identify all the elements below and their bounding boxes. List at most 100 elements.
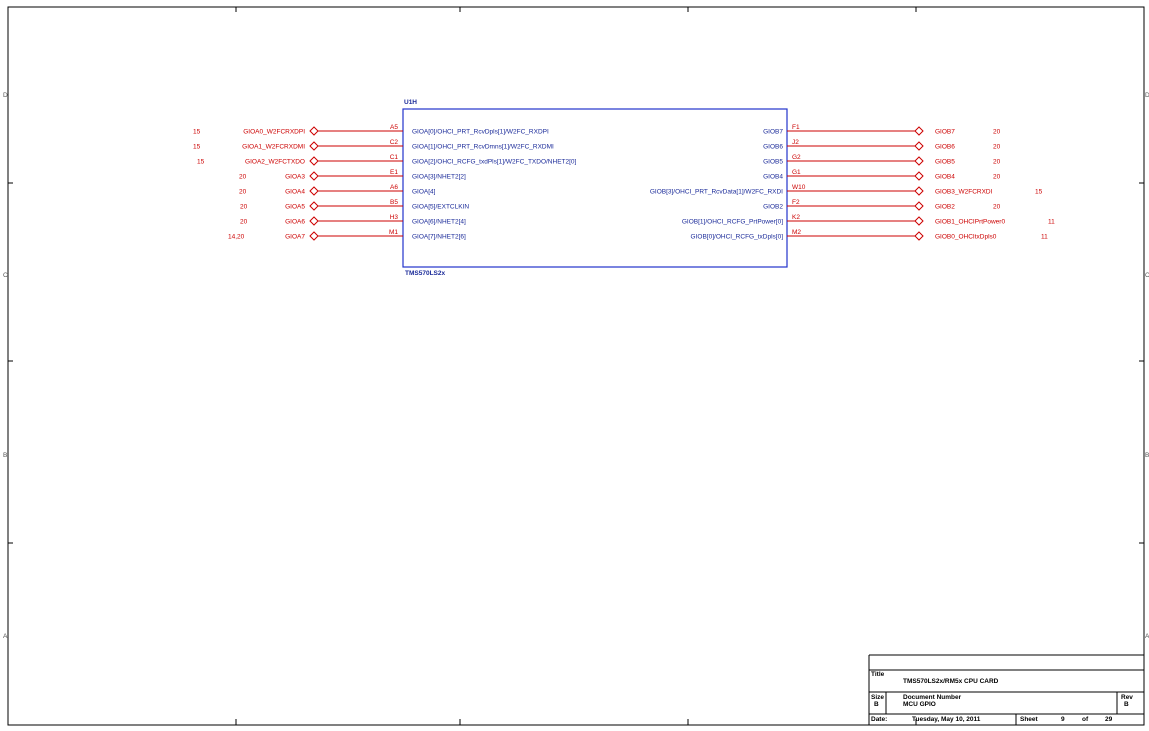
pin-number: M2 xyxy=(792,229,801,236)
sheet-total: 29 xyxy=(1105,716,1113,723)
rev-label: Rev xyxy=(1121,694,1133,701)
title-label: Title xyxy=(871,671,885,678)
left-pin-row: H3 GIOA[6]/NHET2[4] GIOA6 20 xyxy=(240,214,466,226)
sheet-ref: 20 xyxy=(993,144,1001,151)
port-connector-icon xyxy=(309,216,319,226)
pin-number: M1 xyxy=(389,229,398,236)
pin-name: GIOB[1]/OHCI_RCFG_PrtPower[0] xyxy=(682,219,783,226)
sheet-ref: 15 xyxy=(193,144,201,151)
pin-name: GIOB2 xyxy=(763,204,783,211)
sheet-ref: 20 xyxy=(993,129,1001,136)
u1h-refdes: U1H xyxy=(404,99,417,106)
sheet-ref: 14,20 xyxy=(228,234,245,241)
sheet-label: Sheet xyxy=(1020,716,1039,723)
of-label: of xyxy=(1082,716,1089,723)
left-pin-row: M1 GIOA[7]/NHET2[6] GIOA7 14,20 xyxy=(228,229,466,241)
net-label: GIOB6 xyxy=(935,144,955,151)
sheet-ref: 20 xyxy=(239,174,247,181)
net-label: GIOB4 xyxy=(935,174,955,181)
pin-number: G2 xyxy=(792,154,801,161)
port-connector-icon xyxy=(914,231,924,241)
pin-name: GIOA[0]/OHCI_PRT_RcvDpls[1]/W2FC_RXDPI xyxy=(412,129,549,136)
title-value: TMS570LS2x/RM5x CPU CARD xyxy=(903,678,999,685)
zone-left-a: A xyxy=(3,633,8,640)
pin-name: GIOB[3]/OHCI_PRT_RcvData[1]/W2FC_RXDI xyxy=(650,189,783,196)
net-label: GIOA0_W2FCRXDPI xyxy=(243,129,305,136)
net-label: GIOB7 xyxy=(935,129,955,136)
port-connector-icon xyxy=(914,201,924,211)
net-label: GIOB2 xyxy=(935,204,955,211)
port-connector-icon xyxy=(914,186,924,196)
pin-number: H3 xyxy=(390,214,399,221)
port-connector-icon xyxy=(914,216,924,226)
right-pin-row: J2 GIOB6 GIOB6 20 xyxy=(763,139,1001,151)
net-label: GIOA5 xyxy=(285,204,305,211)
pin-name: GIOA[7]/NHET2[6] xyxy=(412,234,466,241)
pin-number: F2 xyxy=(792,199,800,206)
port-connector-icon xyxy=(914,156,924,166)
size-label: Size xyxy=(871,694,884,701)
zone-left-d: D xyxy=(3,92,8,99)
right-pin-row: M2 GIOB[0]/OHCI_RCFG_txDpls[0] GIOB0_OHCIt… xyxy=(691,229,1048,241)
port-connector-icon xyxy=(309,201,319,211)
left-pin-row: C2 GIOA[1]/OHCI_PRT_RcvDmns[1]/W2FC_RXDMI… xyxy=(193,139,554,151)
sheet-ref: 15 xyxy=(197,159,205,166)
net-label: GIOB5 xyxy=(935,159,955,166)
port-connector-icon xyxy=(914,126,924,136)
pin-number: W10 xyxy=(792,184,806,191)
pin-name: GIOA[3]/NHET2[2] xyxy=(412,174,466,181)
net-label: GIOA1_W2FCRXDMI xyxy=(242,144,305,151)
left-pin-row: E1 GIOA[3]/NHET2[2] GIOA3 20 xyxy=(239,169,466,181)
pin-name: GIOB[0]/OHCI_RCFG_txDpls[0] xyxy=(691,234,784,241)
zone-left-c: C xyxy=(3,272,8,279)
sheet-frame xyxy=(7,6,1145,726)
pin-number: K2 xyxy=(792,214,800,221)
port-connector-icon xyxy=(309,231,319,241)
left-pin-row: B5 GIOA[5]/EXTCLKIN GIOA5 20 xyxy=(240,199,469,211)
port-connector-icon xyxy=(309,141,319,151)
pin-name: GIOB4 xyxy=(763,174,783,181)
pin-number: A5 xyxy=(390,124,398,131)
zone-right-a: A xyxy=(1145,633,1149,640)
net-label: GIOA2_W2FCTXDO xyxy=(245,159,305,166)
schematic-sheet: D C B A D C B A U1H TMS570LS2x A5 GIOA[0]… xyxy=(3,6,1149,726)
pin-name: GIOB6 xyxy=(763,144,783,151)
rev-value: B xyxy=(1124,701,1129,708)
net-label: GIOA6 xyxy=(285,219,305,226)
port-connector-icon xyxy=(914,141,924,151)
sheet-ref: 20 xyxy=(240,219,248,226)
net-label: GIOA3 xyxy=(285,174,305,181)
date-label: Date: xyxy=(871,716,887,723)
date-value: Tuesday, May 10, 2011 xyxy=(912,716,981,723)
net-label: GIOA4 xyxy=(285,189,305,196)
right-pin-row: F2 GIOB2 GIOB2 20 xyxy=(763,199,1001,211)
port-connector-icon xyxy=(309,186,319,196)
sheet-value: 9 xyxy=(1061,716,1065,723)
pin-name: GIOA[6]/NHET2[4] xyxy=(412,219,466,226)
right-pin-row: G2 GIOB5 GIOB5 20 xyxy=(763,154,1001,166)
sheet-ref: 11 xyxy=(1048,219,1055,226)
zone-left-b: B xyxy=(3,452,7,459)
pin-number: F1 xyxy=(792,124,800,131)
right-pin-row: K2 GIOB[1]/OHCI_RCFG_PrtPower[0] GIOB1_OHC… xyxy=(682,214,1055,226)
sheet-ref: 20 xyxy=(239,189,247,196)
sheet-ref: 15 xyxy=(1035,189,1043,196)
left-pin-group: A5 GIOA[0]/OHCI_PRT_RcvDpls[1]/W2FC_RXDPI… xyxy=(193,124,577,241)
docnum-label: Document Number xyxy=(903,694,962,701)
left-pin-row: C1 GIOA[2]/OHCI_RCFG_txdPls[1]/W2FC_TXDO/… xyxy=(197,154,577,166)
docnum-value: MCU GPIO xyxy=(903,701,936,708)
zone-right-b: B xyxy=(1145,452,1149,459)
right-pin-row: G1 GIOB4 GIOB4 20 xyxy=(763,169,1001,181)
net-label: GIOB3_W2FCRXDI xyxy=(935,189,993,196)
net-label: GIOB1_OHCIPrtPower0 xyxy=(935,219,1005,226)
left-pin-row: A5 GIOA[0]/OHCI_PRT_RcvDpls[1]/W2FC_RXDPI… xyxy=(193,124,549,136)
pin-name: GIOA[5]/EXTCLKIN xyxy=(412,204,469,211)
port-connector-icon xyxy=(309,156,319,166)
pin-name: GIOB7 xyxy=(763,129,783,136)
port-connector-icon xyxy=(309,171,319,181)
pin-name: GIOA[2]/OHCI_RCFG_txdPls[1]/W2FC_TXDO/NH… xyxy=(412,159,577,166)
left-pin-row: A6 GIOA[4] GIOA4 20 xyxy=(239,184,436,196)
pin-name: GIOA[4] xyxy=(412,189,436,196)
pin-name: GIOA[1]/OHCI_PRT_RcvDmns[1]/W2FC_RXDMI xyxy=(412,144,554,151)
right-pin-row: F1 GIOB7 GIOB7 20 xyxy=(763,124,1001,136)
